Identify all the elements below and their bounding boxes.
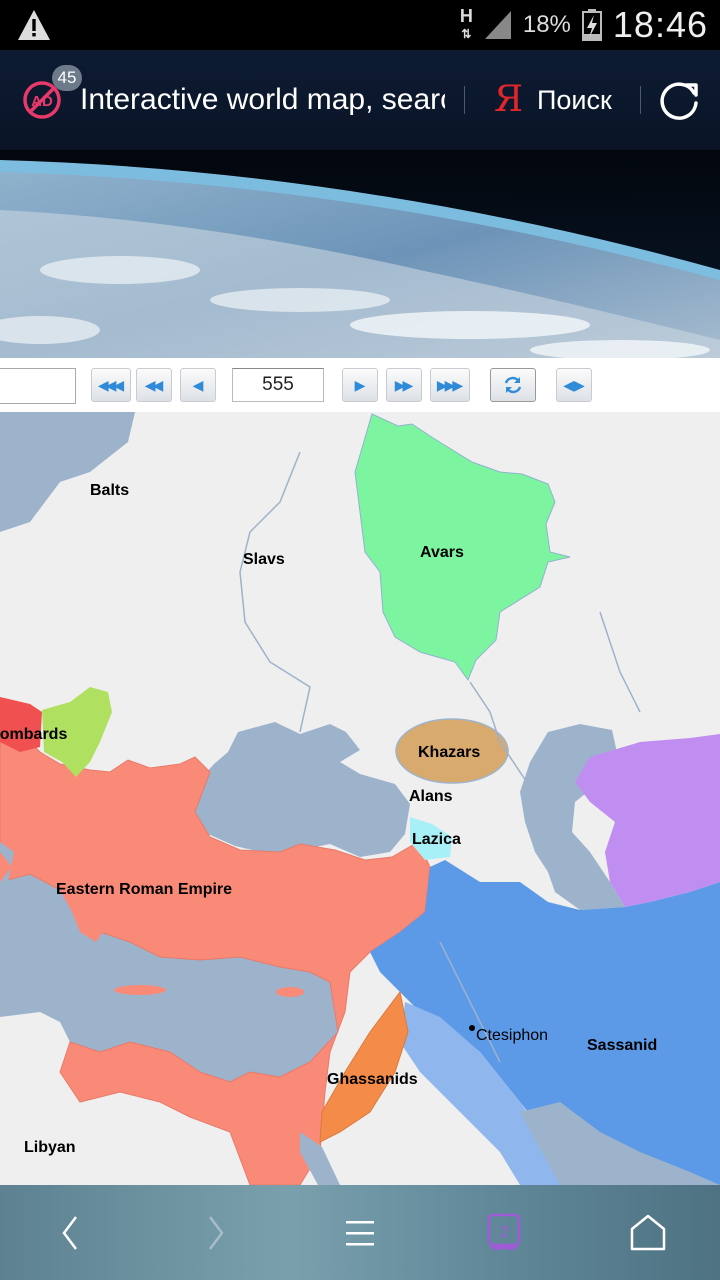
earth-from-space-banner [0, 150, 720, 358]
status-bar: H ⇅ 18% 18:46 [0, 0, 720, 50]
divider [464, 86, 465, 114]
map-label-lazica: Lazica [412, 831, 461, 848]
page-title[interactable]: Interactive world map, search [80, 78, 445, 122]
search-button[interactable]: Поиск [537, 78, 612, 122]
battery-charging-icon [581, 9, 602, 41]
tabs-button[interactable]: 2 [478, 1207, 530, 1259]
timeline-toolbar: ◀◀◀ ◀◀ ◀ 555 ▶ ▶▶ ▶▶▶ ◀▶ [0, 358, 720, 412]
ctesiphon-marker [469, 1025, 475, 1031]
back-button[interactable] [44, 1207, 96, 1259]
jump-back-button[interactable]: ◀◀ [136, 368, 172, 402]
browser-address-bar: AD 45 Interactive world map, search Я По… [0, 50, 720, 150]
step-forward-button[interactable]: ▶ [342, 368, 378, 402]
network-type-indicator: H ⇅ [459, 6, 473, 41]
map-label-slavs: Slavs [243, 551, 285, 568]
map-label-balts: Balts [90, 482, 129, 499]
signal-icon [484, 11, 511, 39]
menu-icon [346, 1221, 374, 1246]
map-label-avars: Avars [420, 544, 464, 561]
battery-percent: 18% [522, 11, 571, 38]
refresh-map-button[interactable] [490, 368, 536, 402]
warning-icon [18, 10, 50, 40]
jump-back-far-button[interactable]: ◀◀◀ [91, 368, 131, 402]
toggle-width-button[interactable]: ◀▶ [556, 368, 592, 402]
sync-icon [504, 376, 522, 394]
map-label-lombards: Lombards [0, 726, 67, 743]
forward-button[interactable] [190, 1207, 242, 1259]
map-label-libyan: Libyan [24, 1139, 76, 1156]
yandex-logo[interactable]: Я [494, 78, 523, 122]
search-field[interactable] [0, 368, 76, 404]
history-map[interactable]: Balts Slavs Avars Lombards Khazars Alans… [0, 412, 720, 1185]
step-back-button[interactable]: ◀ [180, 368, 216, 402]
year-field[interactable]: 555 [232, 368, 324, 402]
map-label-sassanid: Sassanid [587, 1037, 657, 1054]
divider [640, 86, 641, 114]
web-page: ◀◀◀ ◀◀ ◀ 555 ▶ ▶▶ ▶▶▶ ◀▶ Balts Slavs Ava… [0, 150, 720, 1185]
chevron-right-icon [209, 1216, 224, 1250]
reload-icon[interactable] [658, 79, 700, 121]
map-label-alans: Alans [409, 788, 453, 805]
map-label-eastern-roman-empire: Eastern Roman Empire [56, 881, 232, 898]
clock: 18:46 [612, 4, 708, 45]
map-label-khazars: Khazars [418, 744, 480, 761]
incognito-tabs-icon: 2 [487, 1213, 521, 1250]
jump-forward-far-button[interactable]: ▶▶▶ [430, 368, 470, 402]
map-label-ghassanids: Ghassanids [327, 1071, 418, 1088]
ad-block-count-badge: 45 [52, 65, 82, 91]
home-icon [630, 1214, 666, 1251]
home-button[interactable] [622, 1207, 674, 1259]
menu-button[interactable] [334, 1207, 386, 1259]
browser-bottom-nav: 2 [0, 1185, 720, 1280]
map-label-ctesiphon: Ctesiphon [476, 1027, 548, 1044]
chevron-left-icon [62, 1216, 77, 1250]
jump-forward-button[interactable]: ▶▶ [386, 368, 422, 402]
tab-count: 2 [500, 1224, 509, 1241]
